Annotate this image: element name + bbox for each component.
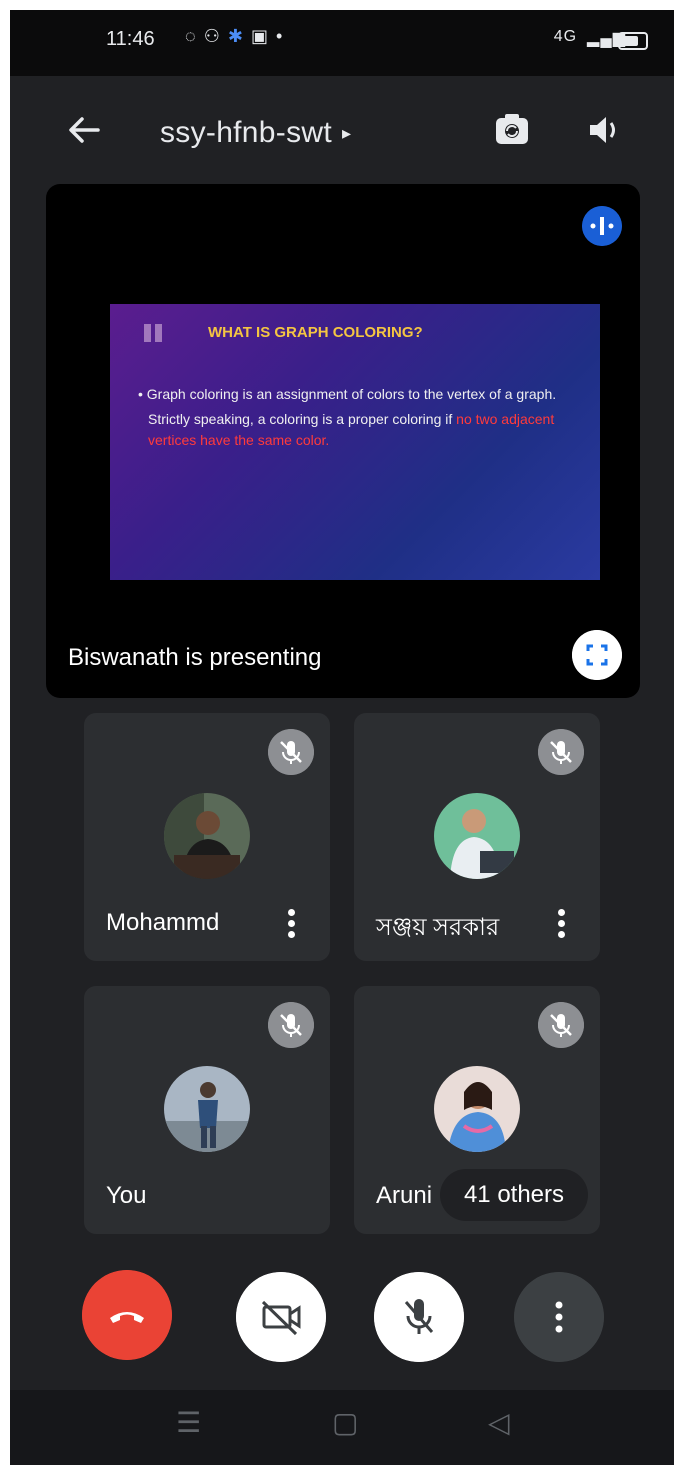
phone-screen: 11:46 ◌ ⚇ ✱ ▣ • 4G ▂▄▆ ssy-hfnb-swt ▸ WH…: [10, 10, 674, 1465]
call-controls: [10, 1260, 674, 1390]
shared-slide: WHAT IS GRAPH COLORING? • Graph coloring…: [110, 304, 600, 580]
back-arrow-icon[interactable]: [64, 110, 104, 150]
participant-avatar: [434, 793, 520, 879]
participant-tile[interactable]: Mohammd: [84, 713, 330, 961]
network-label: 4G: [553, 28, 578, 45]
participant-name: You: [106, 1182, 147, 1209]
presenting-label: Biswanath is presenting: [68, 644, 322, 671]
mic-off-icon: [268, 729, 314, 775]
fullscreen-icon[interactable]: [572, 630, 622, 680]
battery-icon: [618, 32, 648, 50]
switch-camera-icon[interactable]: [490, 108, 534, 152]
slide-body: • Graph coloring is an assignment of col…: [138, 384, 558, 451]
participant-avatar: [164, 1066, 250, 1152]
others-count-badge[interactable]: 41 others: [440, 1169, 588, 1221]
settings-icon: ✱: [227, 26, 243, 46]
participant-name: সঞ্জয় সরকার: [376, 914, 500, 941]
more-options-icon[interactable]: [282, 903, 302, 943]
system-nav-bar: ☰ ▢ ◁: [10, 1390, 674, 1465]
camera-off-button[interactable]: [236, 1272, 326, 1362]
app-icon: ⚇: [203, 26, 220, 46]
message-icon: ▣: [250, 26, 268, 46]
mic-off-icon: [538, 1002, 584, 1048]
mic-off-icon: [538, 729, 584, 775]
notification-icons: ◌ ⚇ ✱ ▣ •: [185, 26, 282, 47]
mic-off-button[interactable]: [374, 1272, 464, 1362]
signal-indicators: 4G ▂▄▆: [554, 28, 626, 48]
status-time: 11:46: [106, 28, 155, 50]
slide-title: WHAT IS GRAPH COLORING?: [208, 324, 423, 341]
participant-avatar: [434, 1066, 520, 1152]
hang-up-button[interactable]: [82, 1270, 172, 1360]
participant-name: Mohammd: [106, 909, 220, 936]
meeting-info-caret-icon: ▸: [341, 123, 352, 143]
more-options-icon[interactable]: [552, 903, 572, 943]
speaker-icon[interactable]: [584, 110, 624, 150]
slide-decoration: [144, 324, 162, 342]
participant-avatar: [164, 793, 250, 879]
recent-apps-icon[interactable]: ☰: [176, 1406, 201, 1439]
participant-name: Aruni: [376, 1182, 433, 1209]
meeting-title[interactable]: ssy-hfnb-swt ▸: [160, 116, 351, 150]
participant-tile[interactable]: You: [84, 986, 330, 1234]
presentation-tile[interactable]: WHAT IS GRAPH COLORING? • Graph coloring…: [46, 184, 640, 698]
meeting-code: ssy-hfnb-swt: [160, 116, 332, 149]
mic-off-icon: [268, 1002, 314, 1048]
status-bar: 11:46 ◌ ⚇ ✱ ▣ • 4G ▂▄▆: [10, 10, 674, 76]
nav-back-icon[interactable]: ◁: [488, 1406, 510, 1439]
pin-icon[interactable]: [582, 206, 622, 246]
meeting-header: ssy-hfnb-swt ▸: [10, 76, 674, 186]
notification-icon: ◌: [185, 26, 196, 46]
home-icon[interactable]: ▢: [332, 1406, 358, 1439]
participant-tile[interactable]: সঞ্জয় সরকার: [354, 713, 600, 961]
dot-icon: •: [275, 26, 283, 46]
slide-line-2: Strictly speaking, a coloring is a prope…: [138, 409, 558, 451]
slide-line-1: • Graph coloring is an assignment of col…: [138, 386, 557, 402]
more-options-button[interactable]: [514, 1272, 604, 1362]
slide-line-2-text: Strictly speaking, a coloring is a prope…: [148, 411, 453, 427]
